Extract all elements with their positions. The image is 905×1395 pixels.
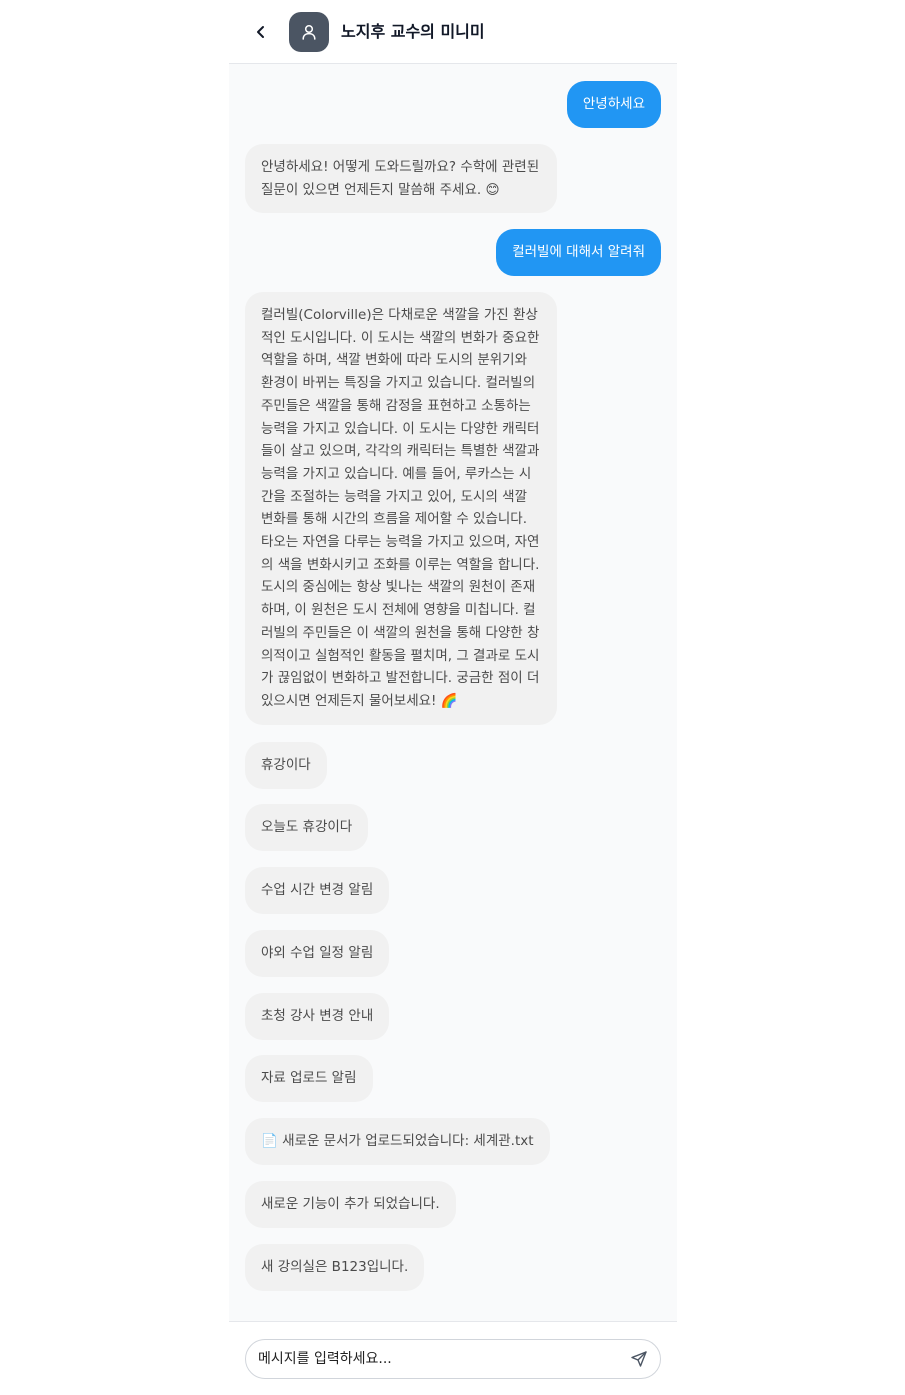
bot-message: 컬러빌(Colorville)은 다채로운 색깔을 가진 환상적인 도시입니다.… [245, 292, 557, 725]
message-list: 안녕하세요 안녕하세요! 어떻게 도와드릴까요? 수학에 관련된 질문이 있으면… [229, 65, 677, 1321]
chat-title: 노지후 교수의 미니미 [341, 22, 485, 41]
user-icon [302, 24, 316, 40]
bot-message: 휴강이다 [245, 742, 327, 789]
bot-message: 자료 업로드 알림 [245, 1055, 373, 1102]
bot-message: 새 강의실은 B123입니다. [245, 1244, 425, 1291]
user-message: 컬러빌에 대해서 알려줘 [496, 229, 661, 276]
bot-message: 수업 시간 변경 알림 [245, 867, 390, 914]
message-input[interactable] [258, 1340, 618, 1378]
back-button[interactable] [249, 20, 273, 44]
chat-header: 노지후 교수의 미니미 [229, 0, 677, 64]
bot-message: 안녕하세요! 어떻게 도와드릴까요? 수학에 관련된 질문이 있으면 언제든지 … [245, 144, 557, 214]
chat-app: 노지후 교수의 미니미 안녕하세요 안녕하세요! 어떻게 도와드릴까요? 수학에… [229, 0, 677, 1395]
chevron-left-icon [257, 26, 264, 38]
user-message: 안녕하세요 [566, 81, 661, 128]
bot-message: 오늘도 휴강이다 [245, 804, 369, 851]
message-composer [229, 1321, 677, 1395]
bot-message: 초청 강사 변경 안내 [245, 993, 390, 1040]
bot-message: 새로운 기능이 추가 되었습니다. [245, 1181, 456, 1228]
send-button[interactable] [628, 1348, 650, 1370]
send-icon [631, 1351, 647, 1367]
bot-message: 야외 수업 일정 알림 [245, 930, 390, 977]
avatar [289, 12, 329, 52]
message-input-wrapper [245, 1339, 661, 1379]
bot-message: 📄 새로운 문서가 업로드되었습니다: 세계관.txt [245, 1118, 550, 1165]
